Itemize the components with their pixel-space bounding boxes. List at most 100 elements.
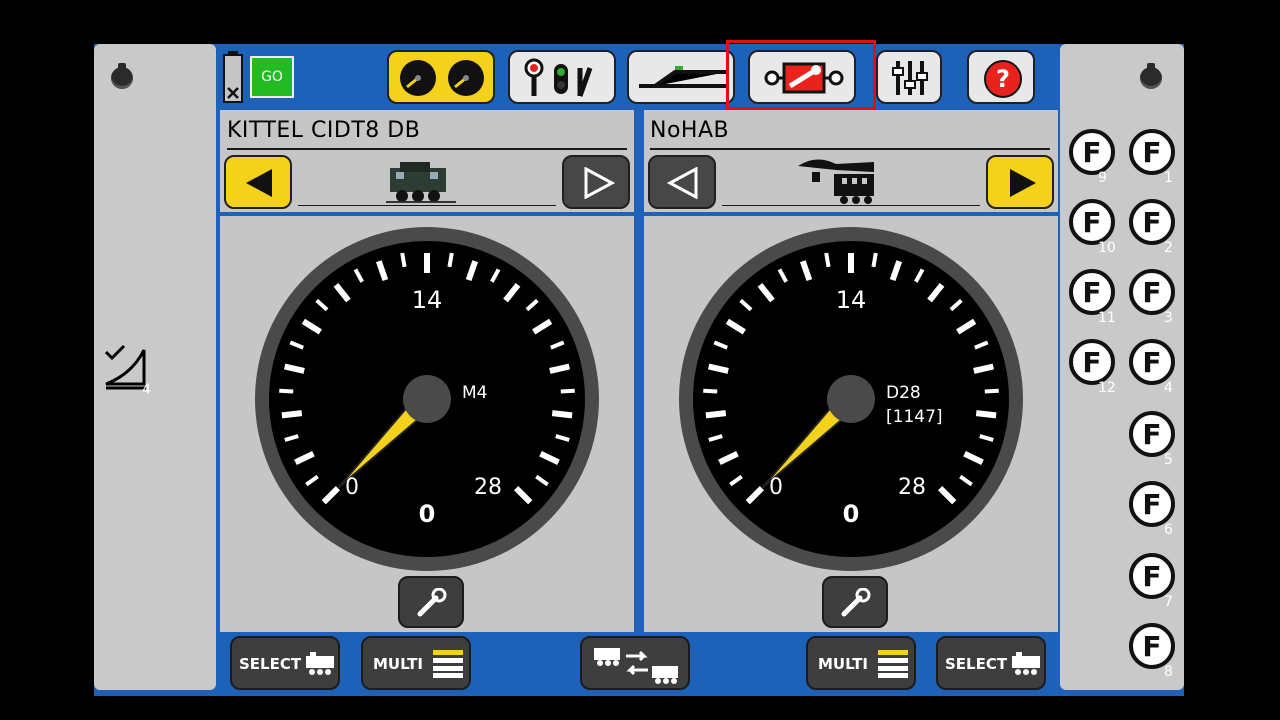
function-key-label: F [1142,136,1161,169]
signal-switch-icon [524,58,593,97]
arrow-right-icon [1010,169,1036,197]
function-key-label: F [1142,630,1161,663]
function-circle-icon: F [1129,411,1175,457]
loco-placeholder-icon [796,156,880,206]
function-key-label: F [1142,206,1161,239]
wrench-icon [841,588,871,617]
speed-tick [705,410,727,419]
scale-min-label: 0 [345,475,359,500]
speedometer[interactable]: 14 0 28 0 D28 [1147] [676,224,1026,574]
function-key-11[interactable]: F [1068,268,1116,316]
track-line [298,205,556,206]
function-key-number: 12 [1098,380,1116,396]
function-key-number: 2 [1164,240,1173,256]
select-label: SELECT [239,655,302,673]
tab-dual-cab[interactable] [387,50,495,104]
scale-max-label: 28 [474,475,502,500]
function-key-label: F [1082,136,1101,169]
loco-name: NoHAB [650,118,730,143]
function-circle-icon: F [1069,339,1115,385]
function-key-1[interactable]: F [1128,128,1176,176]
speed-tick [975,410,997,419]
function-key-3[interactable]: F [1128,268,1176,316]
function-key-5[interactable]: F [1128,410,1176,458]
speed-tick [984,388,999,394]
speed-tick [281,410,303,419]
function-key-9[interactable]: F [1068,128,1116,176]
loco-edit-button[interactable] [822,576,888,628]
function-key-number: 7 [1164,594,1173,610]
function-key-label: F [1142,418,1161,451]
battery-icon [222,50,244,104]
speed-tick [447,252,454,268]
function-key-number: 9 [1098,170,1107,186]
direction-reverse-button[interactable] [648,155,716,209]
tab-turnouts-signals[interactable] [508,50,616,104]
loco-icon [1012,652,1040,675]
direction-forward-button[interactable] [562,155,630,209]
speedometer[interactable]: 14 0 28 0 M4 [252,224,602,574]
function-circle-icon: F [1129,339,1175,385]
swap-locos-button[interactable] [580,636,690,690]
function-key-2[interactable]: F [1128,198,1176,246]
active-tab-highlight [726,40,876,110]
function-circle-icon: F [1129,129,1175,175]
multi-traction-button-right[interactable]: MULTI [806,636,916,690]
select-label: SELECT [945,655,1008,673]
function-key-12[interactable]: F [1068,338,1116,386]
function-key-label: F [1142,560,1161,593]
scale-mid-label: 14 [836,286,867,314]
tab-help[interactable]: ? [967,50,1035,104]
multi-traction-button-left[interactable]: MULTI [361,636,471,690]
address-label: [1147] [886,407,943,427]
sliders-icon [892,61,928,95]
speed-tick [703,388,718,394]
function-key-6[interactable]: F [1128,480,1176,528]
swap-icon [594,648,678,684]
title-underline [227,148,627,150]
multi-label: MULTI [818,655,868,673]
tab-mixer-settings[interactable] [876,50,942,104]
loco-icon [306,652,334,675]
speed-tick [551,410,573,419]
function-key-7[interactable]: F [1128,552,1176,600]
arrow-left-outline-icon [666,167,698,199]
multi-label: MULTI [373,655,423,673]
badge-count: 4 [142,382,151,398]
list-icon [878,650,908,678]
svg-text:?: ? [996,65,1010,93]
function-key-number: 11 [1098,310,1116,326]
function-circle-icon: F [1069,269,1115,315]
scale-min-label: 0 [769,475,783,500]
speed-tick [871,252,878,268]
function-key-number: 5 [1164,452,1173,468]
protocol-label: M4 [462,383,487,403]
function-circle-icon: F [1129,269,1175,315]
function-key-label: F [1082,206,1101,239]
function-key-number: 8 [1164,664,1173,680]
function-key-number: 4 [1164,380,1173,396]
function-key-8[interactable]: F [1128,622,1176,670]
speed-tick [400,252,407,268]
left-sidebar: 4 [94,44,216,690]
select-loco-button-right[interactable]: SELECT [936,636,1046,690]
select-loco-button-left[interactable]: SELECT [230,636,340,690]
function-key-10[interactable]: F [1068,198,1116,246]
wrench-icon [417,588,447,617]
tab-track-layout[interactable] [627,50,735,104]
go-button[interactable]: GO [250,56,294,98]
knob-icon [111,63,133,89]
scale-max-label: 28 [898,475,926,500]
speedometers-icon [400,60,484,96]
loco-edit-button[interactable] [398,576,464,628]
function-key-label: F [1082,276,1101,309]
direction-reverse-button[interactable] [224,155,292,209]
function-key-number: 6 [1164,522,1173,538]
arrow-right-outline-icon [584,167,616,199]
track-plan-icon [639,66,727,88]
direction-forward-button[interactable] [986,155,1054,209]
function-circle-icon: F [1129,623,1175,669]
function-key-4[interactable]: F [1128,338,1176,386]
speed-readout: 0 [419,500,436,528]
arrow-left-icon [246,169,272,197]
